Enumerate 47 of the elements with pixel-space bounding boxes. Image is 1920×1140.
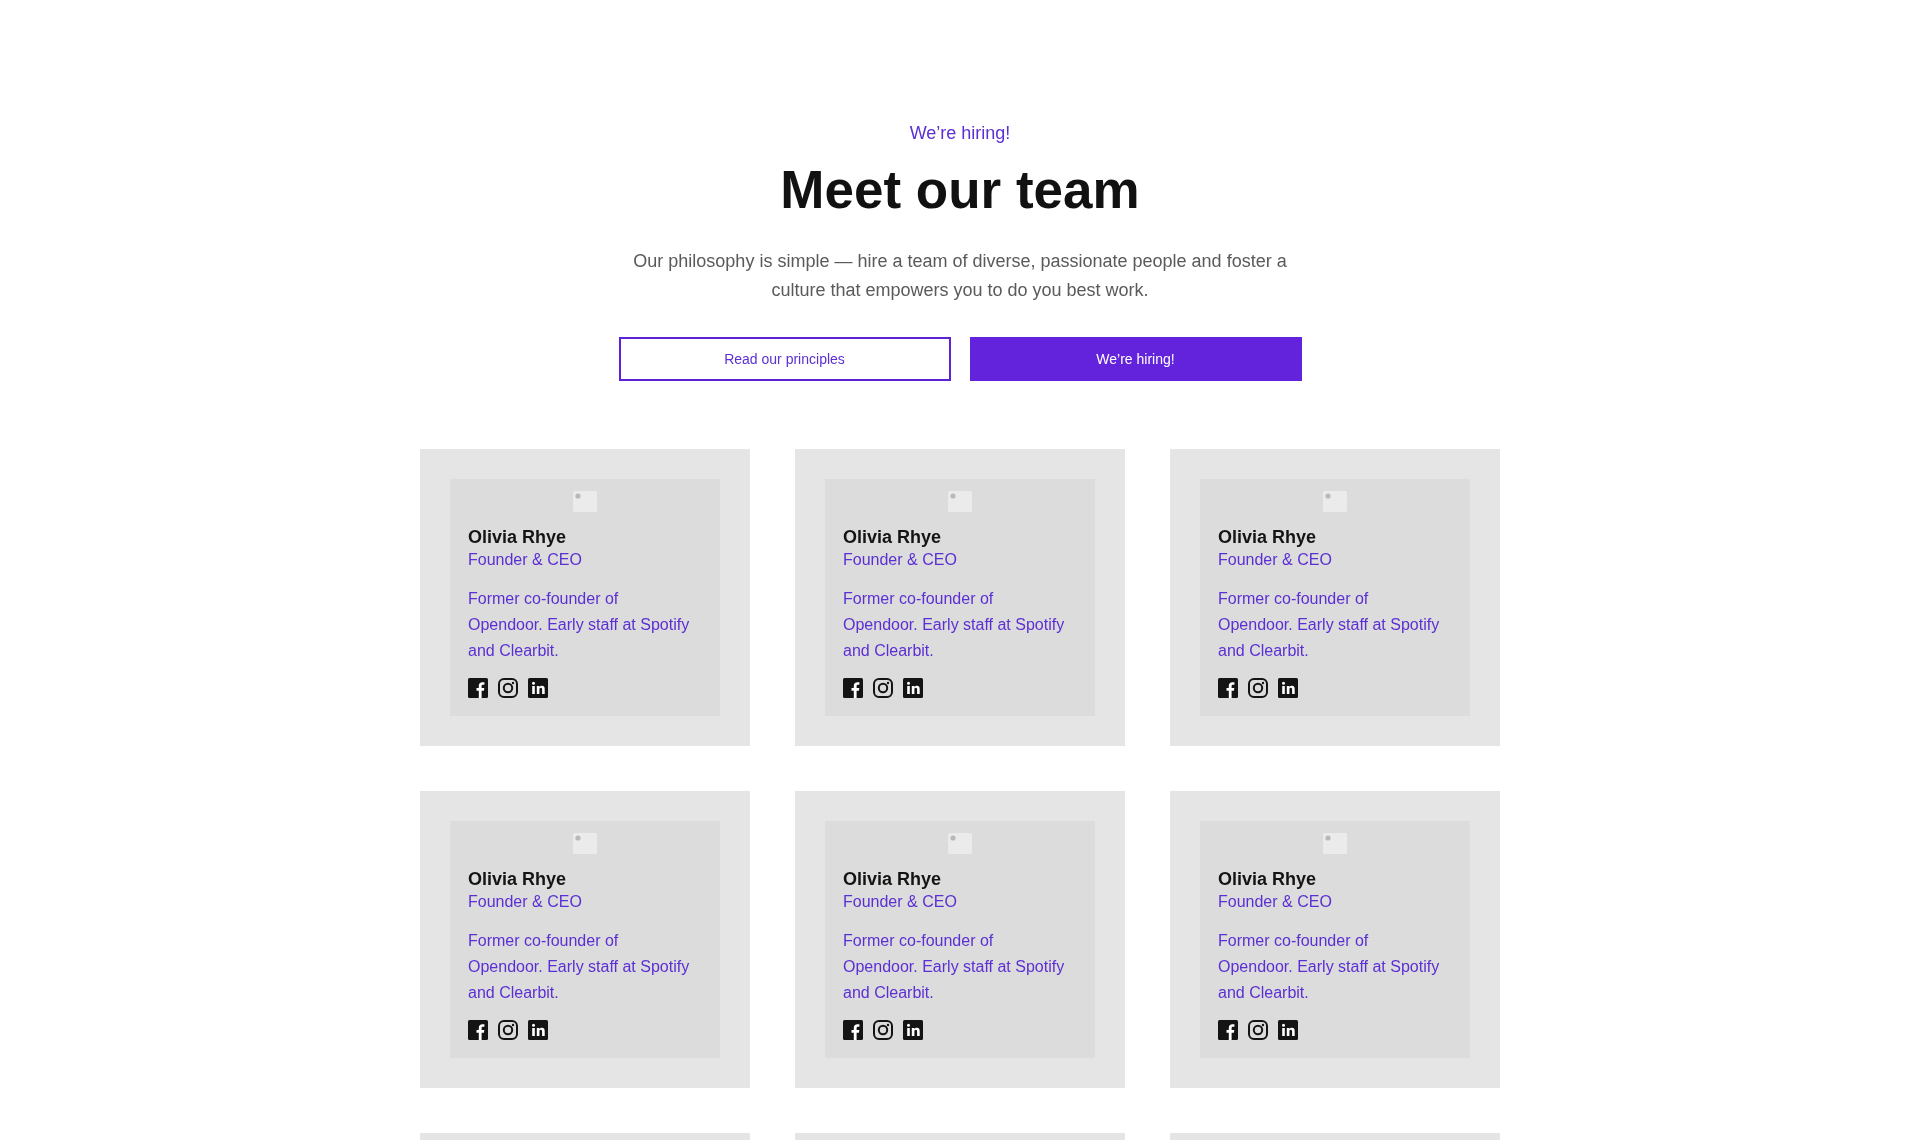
intro-paragraph: Our philosophy is simple — hire a team of diverse, passionate people and foster a culture that empowers you to do you best work.	[632, 250, 1288, 302]
broken-image-icon	[573, 491, 597, 512]
member-bio: Former co-founder of Opendoor. Early staff at Spotify and Clearbit.	[843, 931, 1066, 1003]
member-role: Founder & CEO	[843, 892, 957, 912]
broken-image-icon	[1323, 833, 1347, 854]
member-role: Founder & CEO	[843, 550, 957, 570]
member-bio: Former co-founder of Opendoor. Early staff at Spotify and Clearbit.	[843, 589, 1066, 661]
instagram-icon[interactable]	[498, 1020, 518, 1040]
linkedin-icon[interactable]	[903, 1020, 923, 1040]
principles-button[interactable]: Read our principles	[618, 337, 951, 381]
page-heading: Meet our team	[780, 159, 1140, 221]
member-name: Olivia Rhye	[843, 868, 942, 891]
instagram-icon[interactable]	[1248, 1020, 1268, 1040]
member-bio: Former co-founder of Opendoor. Early staff at Spotify and Clearbit.	[468, 931, 691, 1003]
member-bio: Former co-founder of Opendoor. Early staff at Spotify and Clearbit.	[1218, 931, 1441, 1003]
facebook-icon[interactable]	[1218, 1020, 1238, 1040]
instagram-icon[interactable]	[873, 678, 893, 698]
linkedin-icon[interactable]	[528, 678, 548, 698]
linkedin-icon[interactable]	[903, 678, 923, 698]
linkedin-icon[interactable]	[1278, 1020, 1298, 1040]
member-role: Founder & CEO	[1218, 550, 1332, 570]
linkedin-icon[interactable]	[1278, 678, 1298, 698]
member-name: Olivia Rhye	[468, 526, 567, 549]
instagram-icon[interactable]	[873, 1020, 893, 1040]
member-bio: Former co-founder of Opendoor. Early staff at Spotify and Clearbit.	[468, 589, 691, 661]
hiring-button[interactable]: We’re hiring!	[969, 337, 1302, 381]
eyebrow-text: We’re hiring!	[909, 122, 1011, 145]
member-role: Founder & CEO	[1218, 892, 1332, 912]
linkedin-icon[interactable]	[528, 1020, 548, 1040]
member-role: Founder & CEO	[468, 892, 582, 912]
member-role: Founder & CEO	[468, 550, 582, 570]
instagram-icon[interactable]	[1248, 678, 1268, 698]
member-bio: Former co-founder of Opendoor. Early staff at Spotify and Clearbit.	[1218, 589, 1441, 661]
member-name: Olivia Rhye	[1218, 868, 1317, 891]
broken-image-icon	[573, 833, 597, 854]
member-name: Olivia Rhye	[843, 526, 942, 549]
broken-image-icon	[1323, 491, 1347, 512]
broken-image-icon	[948, 491, 972, 512]
member-name: Olivia Rhye	[468, 868, 567, 891]
facebook-icon[interactable]	[468, 678, 488, 698]
instagram-icon[interactable]	[498, 678, 518, 698]
broken-image-icon	[948, 833, 972, 854]
facebook-icon[interactable]	[468, 1020, 488, 1040]
member-name: Olivia Rhye	[1218, 526, 1317, 549]
facebook-icon[interactable]	[843, 678, 863, 698]
facebook-icon[interactable]	[843, 1020, 863, 1040]
facebook-icon[interactable]	[1218, 678, 1238, 698]
